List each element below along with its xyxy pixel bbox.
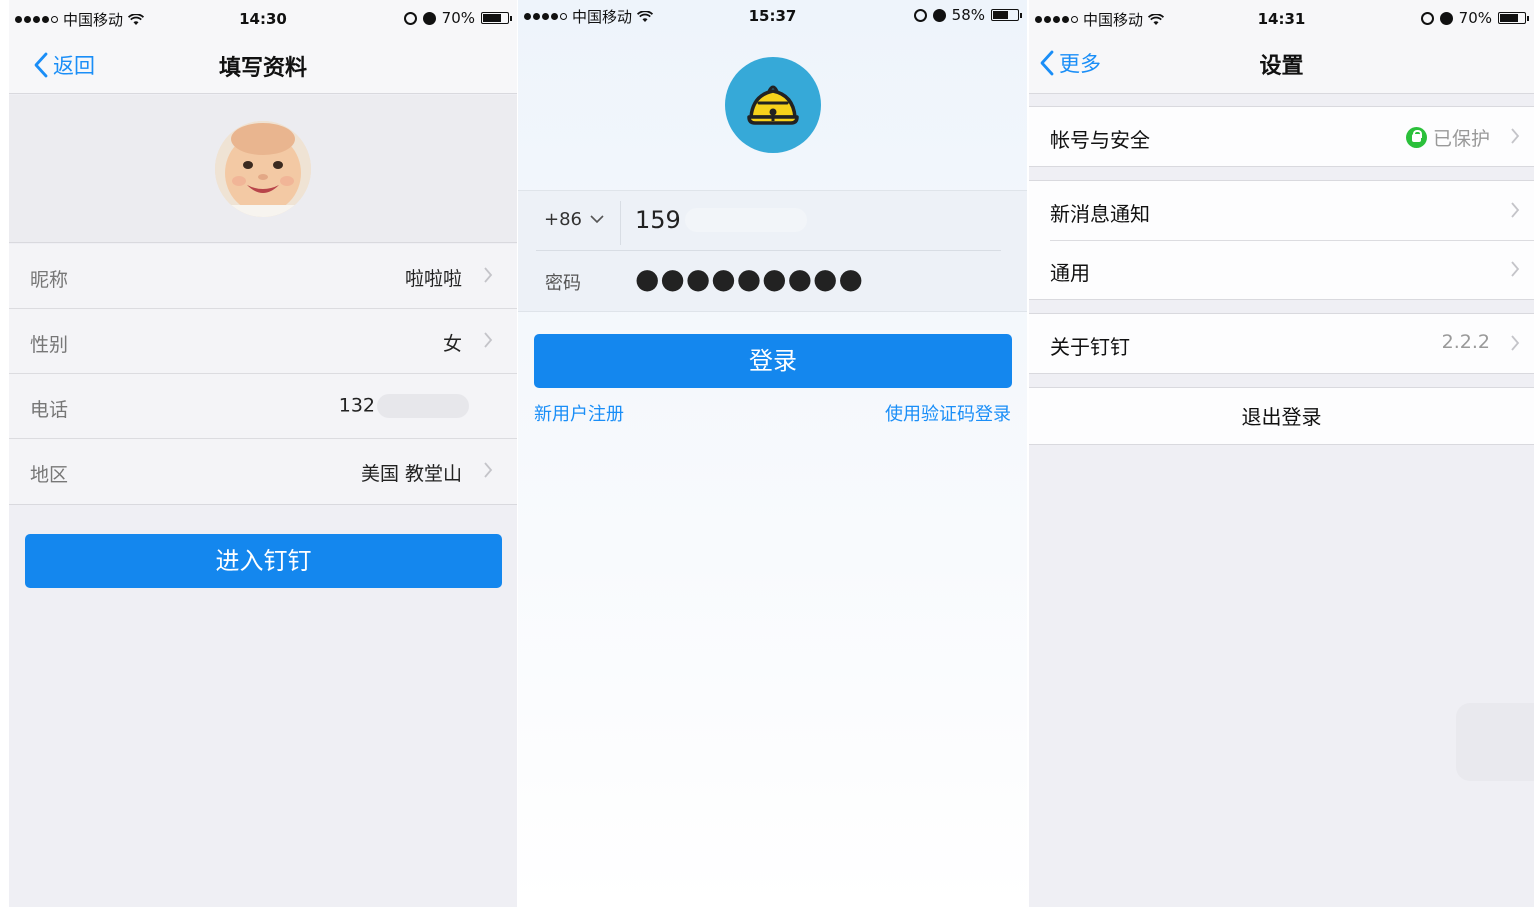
alarm-icon bbox=[422, 11, 436, 25]
about-row[interactable]: 关于钉钉 2.2.2 bbox=[1029, 314, 1534, 373]
chevron-down-icon bbox=[590, 215, 604, 224]
redacted-phone-digits bbox=[684, 208, 807, 232]
notification-label: 新消息通知 bbox=[1050, 202, 1150, 226]
chevron-right-icon bbox=[484, 267, 493, 283]
divider bbox=[536, 250, 1001, 251]
nickname-row[interactable]: 昵称 啦啦啦 bbox=[9, 244, 517, 309]
nav-bar: 更多 设置 bbox=[1029, 30, 1534, 94]
rotation-lock-icon bbox=[403, 11, 417, 25]
settings-screen: 中国移动 14:31 70% 更多 设置 帐号与安全 已保护 新消息通知 通用 … bbox=[1029, 0, 1534, 907]
battery-icon bbox=[1498, 12, 1529, 24]
chevron-right-icon bbox=[484, 462, 493, 478]
settings-group-about: 关于钉钉 2.2.2 bbox=[1029, 313, 1534, 374]
login-screen: 中国移动 15:37 58% +86 159 密码 ●●●●●●●●● 登录 新… bbox=[518, 0, 1027, 907]
divider bbox=[620, 201, 621, 245]
battery-percent: 70% bbox=[441, 9, 475, 27]
baby-avatar-image bbox=[215, 121, 311, 217]
alarm-icon bbox=[1439, 11, 1453, 25]
gender-label: 性别 bbox=[30, 334, 69, 356]
account-security-label: 帐号与安全 bbox=[1050, 128, 1150, 152]
status-right: 70% bbox=[403, 9, 512, 27]
lock-icon bbox=[1405, 127, 1427, 148]
password-input[interactable]: ●●●●●●●●● bbox=[635, 262, 864, 295]
floating-assistive-button[interactable] bbox=[1456, 703, 1534, 781]
general-row[interactable]: 通用 bbox=[1029, 240, 1534, 299]
phone-value-group: 132 bbox=[339, 394, 469, 418]
phone-label: 电话 bbox=[30, 399, 69, 421]
settings-group-account: 帐号与安全 已保护 bbox=[1029, 106, 1534, 167]
phone-input-value: 159 bbox=[635, 206, 681, 234]
phone-input[interactable]: 159 bbox=[635, 206, 807, 234]
battery-percent: 58% bbox=[951, 6, 985, 24]
status-bar: 中国移动 14:30 70% bbox=[9, 0, 517, 30]
account-security-row[interactable]: 帐号与安全 已保护 bbox=[1029, 107, 1534, 166]
version-value: 2.2.2 bbox=[1441, 331, 1490, 353]
chevron-right-icon bbox=[1511, 335, 1520, 351]
page-title: 设置 bbox=[1259, 54, 1304, 79]
chevron-right-icon bbox=[484, 332, 493, 348]
general-label: 通用 bbox=[1050, 261, 1090, 285]
country-code-value: +86 bbox=[544, 209, 582, 230]
status-bar: 中国移动 15:37 58% bbox=[518, 0, 1027, 30]
status-right: 58% bbox=[913, 6, 1022, 24]
account-status-text: 已保护 bbox=[1432, 128, 1490, 150]
phone-value: 132 bbox=[338, 394, 375, 417]
region-label: 地区 bbox=[30, 464, 69, 486]
nav-bar: 返回 填写资料 bbox=[9, 30, 517, 94]
avatar-section bbox=[9, 95, 517, 243]
page-title: 填写资料 bbox=[218, 56, 307, 81]
app-logo bbox=[725, 57, 821, 153]
rotation-lock-icon bbox=[1420, 11, 1434, 25]
phone-row[interactable]: 电话 132 bbox=[9, 374, 517, 439]
bell-logo-icon bbox=[747, 85, 799, 125]
account-status: 已保护 bbox=[1405, 124, 1490, 151]
country-code-selector[interactable]: +86 bbox=[544, 209, 604, 230]
nickname-value: 啦啦啦 bbox=[404, 268, 462, 290]
gender-value: 女 bbox=[442, 333, 462, 355]
battery-percent: 70% bbox=[1458, 9, 1492, 27]
settings-group-general: 新消息通知 通用 bbox=[1029, 180, 1534, 300]
redacted-phone-digits bbox=[377, 394, 469, 418]
rotation-lock-icon bbox=[913, 8, 927, 22]
chevron-right-icon bbox=[1511, 202, 1520, 218]
login-form: +86 159 密码 ●●●●●●●●● bbox=[518, 190, 1027, 312]
about-label: 关于钉钉 bbox=[1050, 335, 1130, 359]
notification-row[interactable]: 新消息通知 bbox=[1029, 181, 1534, 240]
gender-row[interactable]: 性别 女 bbox=[9, 309, 517, 374]
sms-login-link[interactable]: 使用验证码登录 bbox=[885, 400, 1011, 426]
nickname-label: 昵称 bbox=[30, 269, 69, 291]
enter-dingtalk-button[interactable]: 进入钉钉 bbox=[25, 534, 502, 588]
chevron-right-icon bbox=[1511, 128, 1520, 144]
battery-icon bbox=[481, 12, 512, 24]
login-button[interactable]: 登录 bbox=[534, 334, 1012, 388]
register-link[interactable]: 新用户注册 bbox=[534, 400, 624, 426]
region-row[interactable]: 地区 美国 教堂山 bbox=[9, 439, 517, 504]
profile-form: 昵称 啦啦啦 性别 女 电话 132 地区 美国 教堂山 bbox=[9, 244, 517, 505]
alarm-icon bbox=[932, 8, 946, 22]
status-right: 70% bbox=[1420, 9, 1529, 27]
password-label: 密码 bbox=[545, 273, 581, 294]
logout-button[interactable]: 退出登录 bbox=[1029, 387, 1534, 445]
status-bar: 中国移动 14:31 70% bbox=[1029, 0, 1534, 30]
profile-screen: 中国移动 14:30 70% 返回 填写资料 昵称 啦啦啦 性别 女 电话 13… bbox=[9, 0, 517, 907]
region-value: 美国 教堂山 bbox=[360, 463, 462, 485]
avatar[interactable] bbox=[215, 121, 311, 217]
battery-icon bbox=[991, 9, 1022, 21]
chevron-right-icon bbox=[1511, 261, 1520, 277]
